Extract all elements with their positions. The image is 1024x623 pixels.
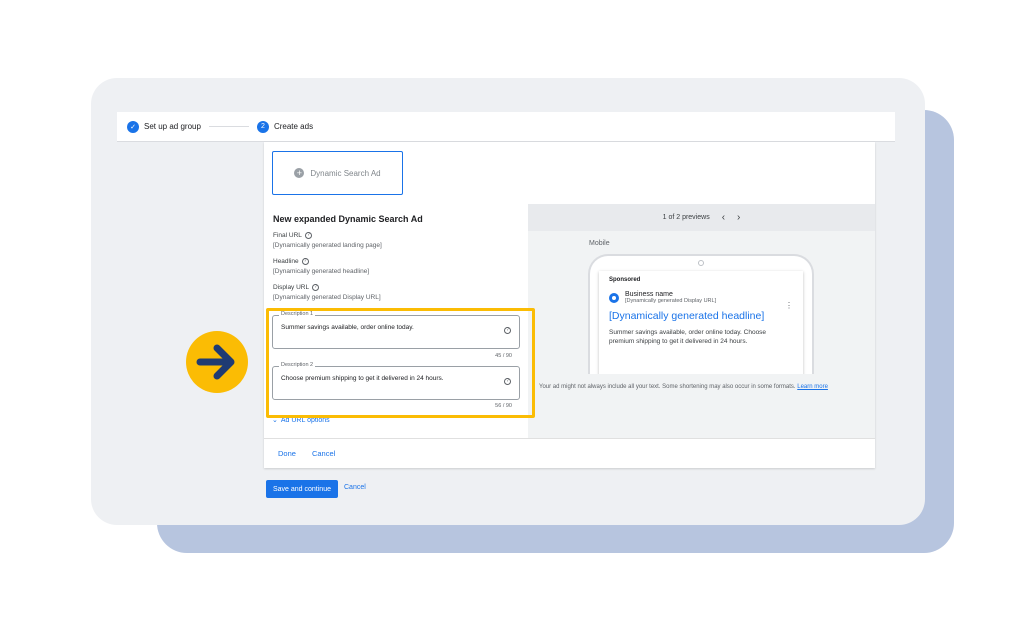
step-label: Set up ad group xyxy=(144,122,201,131)
business-display-url: [Dynamically generated Display URL] xyxy=(625,298,717,304)
plus-circle-icon: + xyxy=(294,168,305,178)
highlight-box xyxy=(266,308,535,418)
ad-type-label: Dynamic Search Ad xyxy=(310,168,381,178)
cancel-link[interactable]: Cancel xyxy=(344,484,366,491)
arrow-right-icon xyxy=(186,331,248,393)
chevron-right-icon[interactable]: › xyxy=(737,212,740,223)
check-icon: ✓ xyxy=(127,120,139,133)
headline-field: Headline? [Dynamically generated headlin… xyxy=(273,258,369,275)
ad-preview: 1 of 2 previews ‹ › Mobile Sponsored Bus… xyxy=(528,204,875,438)
globe-icon xyxy=(609,292,619,303)
phone-speaker-icon xyxy=(698,260,704,266)
preview-count: 1 of 2 previews xyxy=(662,214,710,221)
panel-footer: Done Cancel xyxy=(264,438,875,468)
phone-mockup: Sponsored Business name [Dynamically gen… xyxy=(588,254,814,374)
step-label: Create ads xyxy=(273,122,314,131)
ad-preview-card: Sponsored Business name [Dynamically gen… xyxy=(599,271,803,374)
help-icon[interactable]: ? xyxy=(304,232,312,239)
ad-description: Summer savings available, order online t… xyxy=(609,329,767,345)
help-icon[interactable]: ? xyxy=(312,284,320,291)
final-url-value: [Dynamically generated landing page] xyxy=(273,242,382,249)
device-label: Mobile xyxy=(589,240,610,247)
stepper: ✓ Set up ad group 2 Create ads xyxy=(117,112,895,142)
step-number: 2 xyxy=(256,120,269,133)
ad-editor-panel: + Dynamic Search Ad New expanded Dynamic… xyxy=(264,142,875,468)
display-url-field: Display URL? [Dynamically generated Disp… xyxy=(273,284,381,301)
learn-more-link[interactable]: Learn more xyxy=(797,384,828,390)
more-vert-icon[interactable]: ⋮ xyxy=(785,301,793,310)
preview-disclaimer: Your ad might not always include all you… xyxy=(539,384,828,390)
final-url-field: Final URL? [Dynamically generated landin… xyxy=(273,232,382,249)
help-icon[interactable]: ? xyxy=(301,258,309,265)
ad-type-selector[interactable]: + Dynamic Search Ad xyxy=(272,151,403,195)
step-connector xyxy=(208,126,249,127)
screenshot-frame: ✓ Set up ad group 2 Create ads + Dynamic… xyxy=(91,78,925,525)
business-row: Business name [Dynamically generated Dis… xyxy=(609,291,793,304)
final-url-label: Final URL xyxy=(273,232,302,239)
cancel-button[interactable]: Cancel xyxy=(312,449,335,458)
ad-headline: [Dynamically generated headline] xyxy=(609,310,765,322)
business-name: Business name xyxy=(625,291,673,298)
form-title: New expanded Dynamic Search Ad xyxy=(273,214,423,224)
done-button[interactable]: Done xyxy=(278,449,296,458)
headline-value: [Dynamically generated headline] xyxy=(273,268,370,275)
chevron-left-icon[interactable]: ‹ xyxy=(722,212,725,223)
display-url-value: [Dynamically generated Display URL] xyxy=(273,294,381,301)
preview-pager: 1 of 2 previews ‹ › xyxy=(528,204,875,231)
headline-label: Headline xyxy=(273,258,299,265)
step-set-up-ad-group[interactable]: ✓ Set up ad group xyxy=(127,120,201,133)
save-and-continue-button[interactable]: Save and continue xyxy=(266,480,338,498)
step-create-ads[interactable]: 2 Create ads xyxy=(256,120,314,133)
display-url-label: Display URL xyxy=(273,284,310,291)
disclaimer-text: Your ad might not always include all you… xyxy=(539,384,796,390)
sponsored-label: Sponsored xyxy=(609,277,641,283)
